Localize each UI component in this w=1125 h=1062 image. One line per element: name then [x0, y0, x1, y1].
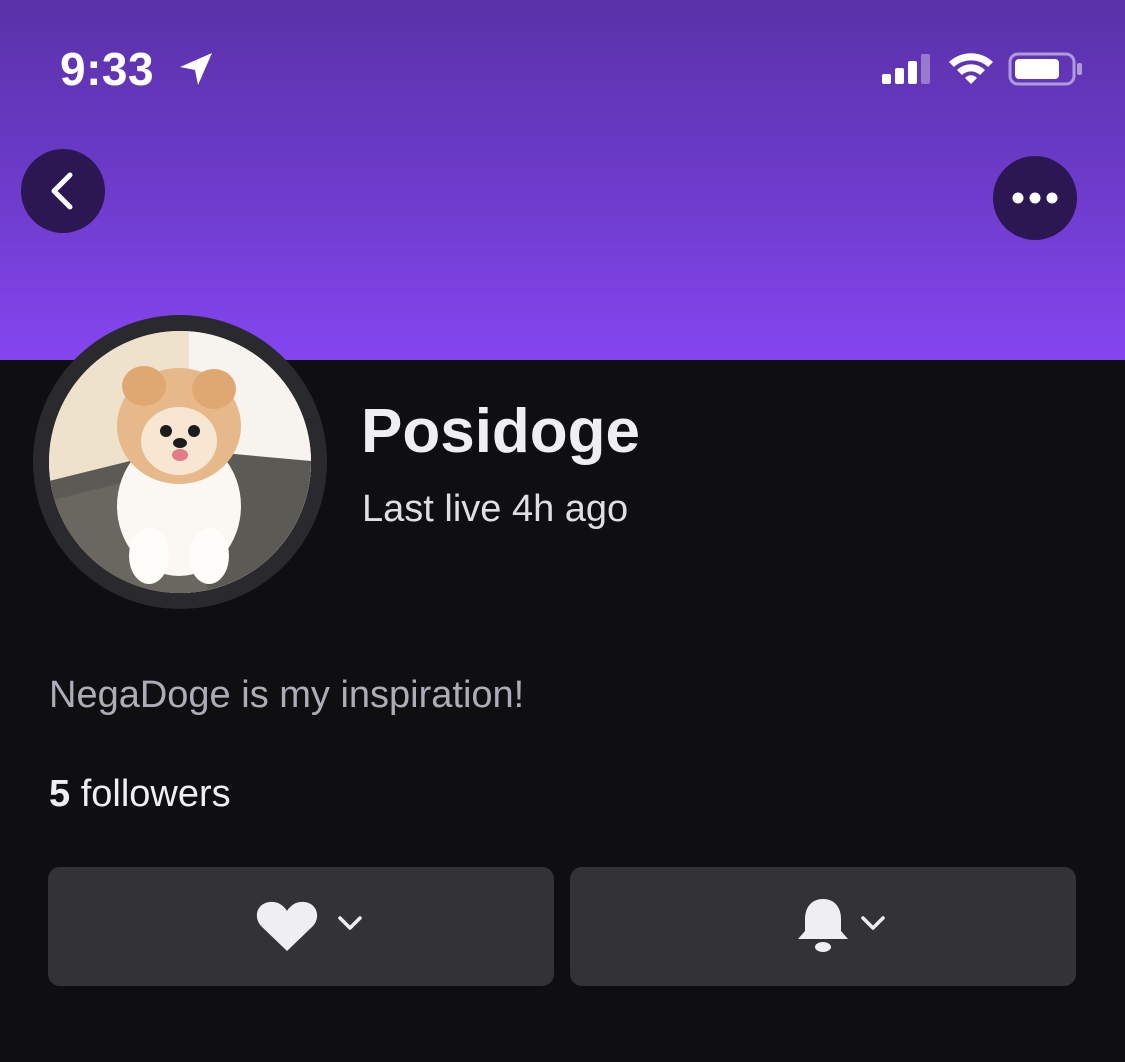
- more-dots-icon: [1012, 192, 1058, 204]
- channel-avatar[interactable]: [49, 331, 311, 593]
- channel-bio: NegaDoge is my inspiration!: [49, 674, 525, 716]
- followers-count-label: followers: [70, 773, 231, 815]
- notifications-button[interactable]: [570, 867, 1076, 986]
- battery-icon: [1008, 52, 1082, 86]
- status-time: 9:33: [60, 43, 155, 95]
- followers-count-number: 5: [49, 773, 71, 815]
- chevron-down-icon: [861, 916, 885, 930]
- cellular-signal-icon: [882, 54, 930, 84]
- more-options-button[interactable]: [993, 156, 1077, 240]
- channel-name: Posidoge: [361, 397, 641, 466]
- chevron-down-icon: [338, 916, 362, 930]
- pomeranian-dog-avatar-image: [49, 331, 311, 593]
- followers-count: 5 followers: [49, 771, 231, 817]
- chevron-left-icon: [51, 172, 73, 210]
- bell-icon: [798, 899, 848, 952]
- follow-button[interactable]: [48, 867, 554, 986]
- last-live-status: Last live 4h ago: [362, 488, 629, 530]
- location-arrow-icon: [180, 53, 212, 85]
- status-bar: 9:33: [0, 0, 1125, 130]
- wifi-icon: [949, 53, 993, 84]
- heart-icon: [256, 901, 318, 951]
- back-button[interactable]: [21, 149, 105, 233]
